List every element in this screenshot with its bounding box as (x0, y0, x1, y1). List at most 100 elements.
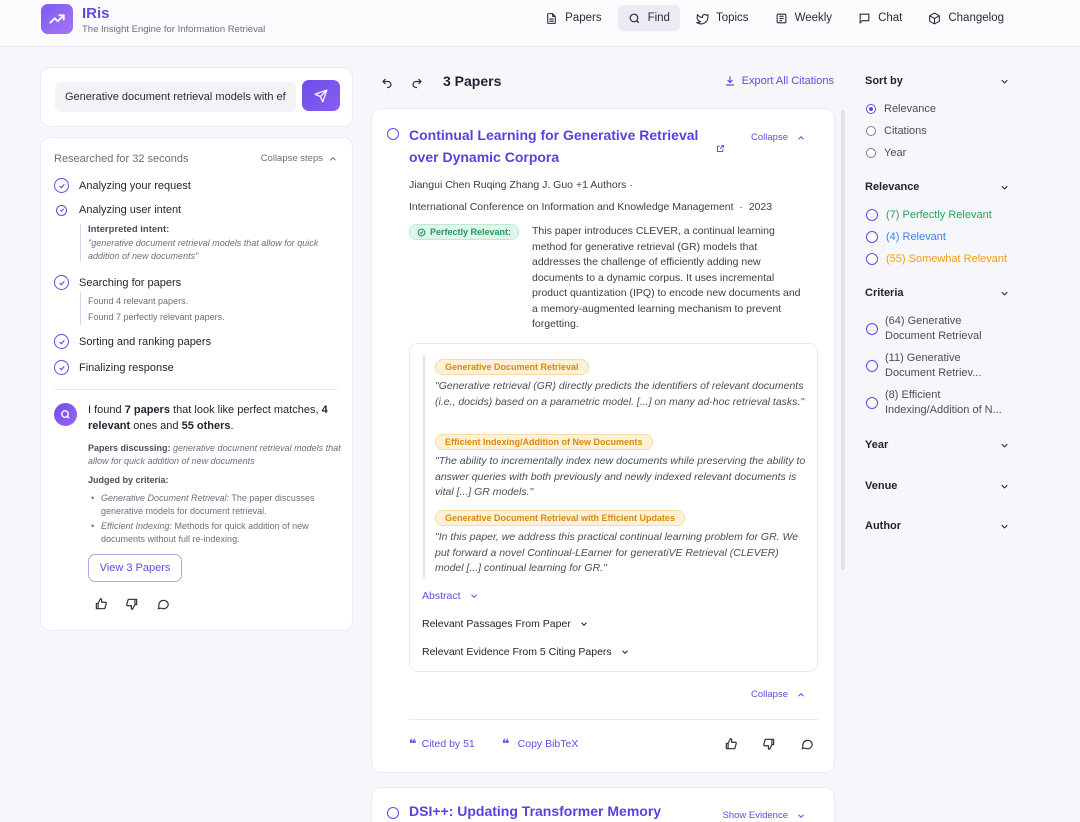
nav-weekly-label: Weekly (794, 12, 833, 24)
comment-icon[interactable] (156, 597, 170, 611)
evidence-rail (423, 355, 425, 579)
thumbs-up-icon[interactable] (94, 597, 108, 611)
redo-icon[interactable] (411, 76, 423, 94)
card-divider (409, 719, 818, 720)
chevron-down-icon (1001, 185, 1008, 190)
export-citations-button[interactable]: Export All Citations (724, 75, 834, 87)
chat-icon (859, 13, 870, 24)
search-icon (629, 13, 639, 23)
radio-button[interactable] (866, 104, 876, 114)
search-icon (61, 410, 70, 419)
criteria-option[interactable]: (11) Generative Document Retriev... (866, 351, 1010, 381)
paper-select-radio[interactable] (387, 128, 399, 140)
radio-button[interactable] (866, 253, 878, 265)
radio-button[interactable] (866, 148, 876, 158)
nav-changelog[interactable]: Changelog (918, 5, 1014, 31)
radio-button[interactable] (866, 209, 878, 221)
search-input[interactable] (55, 82, 296, 112)
research-steps-card: Researched for 32 seconds Collapse steps… (41, 138, 352, 630)
nav-papers[interactable]: Papers (535, 5, 611, 31)
step-label: Sorting and ranking papers (79, 335, 212, 348)
relevance-option-relevant[interactable]: (4) Relevant (866, 231, 946, 243)
radio-button[interactable] (866, 323, 878, 335)
abstract-toggle[interactable]: Abstract (422, 590, 479, 602)
relevance-badge: Perfectly Relevant: (409, 224, 520, 240)
app-title[interactable]: IRis (82, 5, 110, 22)
radio-button[interactable] (866, 231, 878, 243)
criteria-list-item: Generative Document Retrieval: The paper… (91, 492, 341, 517)
check-circle-icon (54, 178, 69, 193)
relevance-option-somewhat[interactable]: (55) Somewhat Relevant (866, 253, 1007, 265)
sort-option-year[interactable]: Year (866, 147, 906, 159)
nav-papers-label: Papers (565, 12, 602, 24)
author-filter-header[interactable]: Author (865, 520, 1010, 532)
step-label: Analyzing your request (79, 179, 191, 192)
interpreted-intent-text: "generative document retrieval models th… (88, 238, 319, 261)
collapse-evidence-button[interactable]: Collapse (751, 132, 806, 143)
nav-chat[interactable]: Chat (848, 5, 912, 31)
criteria-filter-header[interactable]: Criteria (865, 287, 1010, 299)
step-finalizing: Finalizing response (54, 360, 174, 375)
radio-button[interactable] (866, 126, 876, 136)
external-link-icon[interactable] (716, 140, 725, 158)
app-subtitle: The Insight Engine for Information Retri… (82, 24, 266, 35)
undo-icon[interactable] (381, 76, 393, 94)
relevance-filter-header[interactable]: Relevance (865, 181, 1010, 193)
relevant-passages-label: Relevant Passages From Paper (422, 618, 571, 630)
sort-by-header[interactable]: Sort by (865, 75, 1010, 87)
collapse-bottom-button[interactable]: Collapse (751, 689, 806, 700)
nav-weekly[interactable]: Weekly (765, 5, 843, 31)
copy-bibtex-button[interactable]: ❝ Copy BibTeX (502, 737, 579, 750)
citing-evidence-toggle[interactable]: Relevant Evidence From 5 Citing Papers (422, 646, 630, 658)
evidence-quote: "In this paper, we address this practica… (435, 531, 799, 574)
paper-title[interactable]: DSI++: Updating Transformer Memory (409, 803, 661, 819)
nav-topics[interactable]: Topics (686, 5, 759, 31)
citing-evidence-label: Relevant Evidence From 5 Citing Papers (422, 646, 612, 658)
relevance-option-perfect[interactable]: (7) Perfectly Relevant (866, 209, 992, 221)
sort-option-relevance[interactable]: Relevance (866, 103, 936, 115)
step-sorting: Sorting and ranking papers (54, 334, 211, 349)
sort-option-citations[interactable]: Citations (866, 125, 927, 137)
view-papers-button[interactable]: View 3 Papers (88, 554, 182, 582)
steps-divider (54, 389, 339, 390)
thumbs-down-icon[interactable] (125, 597, 139, 611)
send-button[interactable] (302, 80, 340, 111)
paper-feedback-icons (724, 737, 814, 751)
research-duration: Researched for 32 seconds (54, 153, 189, 165)
venue-filter-header[interactable]: Venue (865, 480, 1010, 492)
thumbs-up-icon[interactable] (724, 737, 738, 751)
check-circle-icon (56, 204, 67, 216)
nav-find[interactable]: Find (617, 5, 680, 31)
criteria-option[interactable]: (8) Efficient Indexing/Addition of N... (866, 388, 1010, 418)
paper-select-radio[interactable] (387, 807, 399, 819)
found-relevant-text: Found 4 relevant papers. (88, 296, 189, 306)
chevron-up-icon (798, 692, 804, 697)
check-circle-icon (54, 334, 69, 349)
main-nav: Papers Find Topics Weekly Chat Changelog (535, 5, 1014, 31)
nav-topics-label: Topics (715, 12, 749, 24)
results-scrollbar[interactable] (841, 110, 845, 570)
criteria-option[interactable]: (64) Generative Document Retrieval (866, 314, 1010, 344)
radio-button[interactable] (866, 360, 878, 372)
show-evidence-label: Show Evidence (722, 810, 788, 821)
sort-by-title: Sort by (865, 75, 903, 87)
assistant-avatar (54, 403, 77, 426)
chevron-up-icon (330, 156, 336, 161)
criteria-filter-title: Criteria (865, 287, 904, 299)
copy-bibtex-label: Copy BibTeX (517, 738, 579, 750)
thumbs-down-icon[interactable] (762, 737, 776, 751)
feedback-icons (94, 597, 170, 611)
evidence-panel: Generative Document Retrieval "Generativ… (409, 343, 818, 672)
paper-title[interactable]: Continual Learning for Generative Retrie… (409, 124, 704, 168)
trending-up-logo-icon[interactable] (41, 4, 73, 34)
collapse-steps-button[interactable]: Collapse steps (261, 153, 338, 164)
relevant-passages-toggle[interactable]: Relevant Passages From Paper (422, 618, 589, 630)
comment-icon[interactable] (800, 737, 814, 751)
year-filter-header[interactable]: Year (865, 439, 1010, 451)
interpreted-intent-label: Interpreted intent: (88, 224, 170, 235)
step-analyzing-request: Analyzing your request (54, 178, 191, 193)
radio-button[interactable] (866, 397, 878, 409)
cited-by-link[interactable]: ❝ Cited by 51 (409, 737, 475, 750)
chevron-down-icon (1001, 484, 1008, 489)
show-evidence-button[interactable]: Show Evidence (723, 810, 806, 821)
